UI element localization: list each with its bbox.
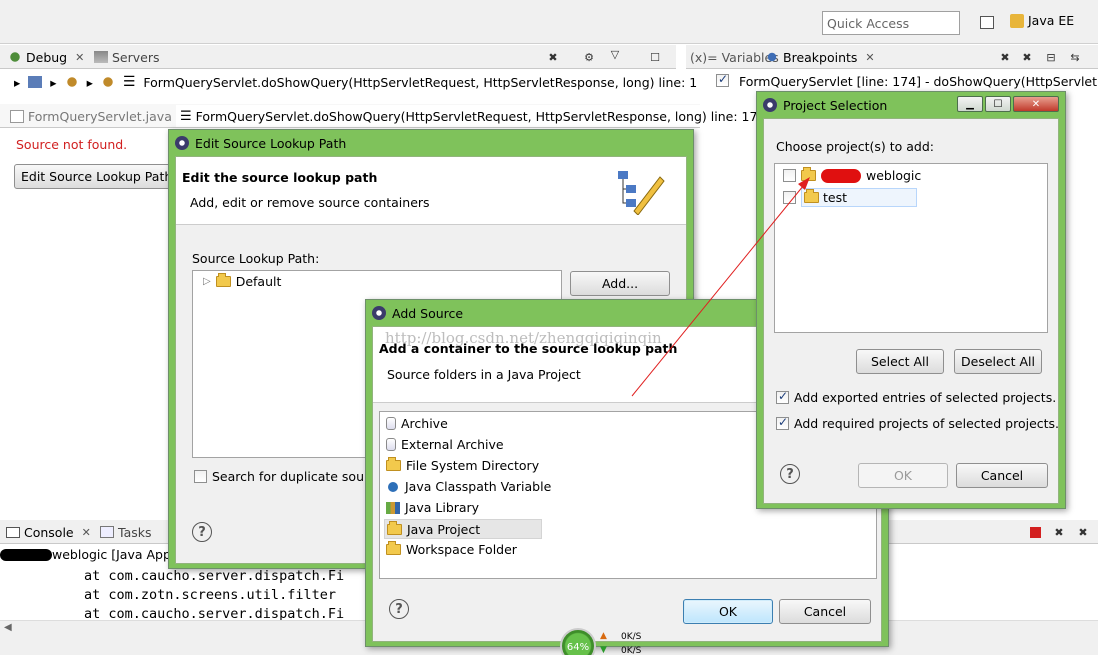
upload-arrow-icon: ▲ [600,631,607,641]
network-percent-badge: 64% [560,628,596,655]
annotation-arrow [631,177,810,397]
download-speed: 0K/S [621,646,642,655]
network-speed-widget: 64% ▲ 0K/S ▼ 0K/S [560,628,660,655]
upload-speed: 0K/S [621,632,642,642]
download-arrow-icon: ▼ [600,645,607,655]
